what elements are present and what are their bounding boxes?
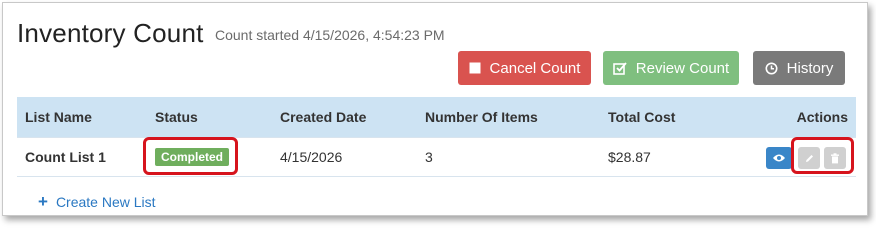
eye-icon	[772, 153, 786, 163]
total-cost-cell: $28.87	[608, 149, 651, 165]
count-started-text: Count started 4/15/2026, 4:54:23 PM	[215, 27, 445, 43]
page-title: Inventory Count	[17, 18, 204, 48]
view-button[interactable]	[766, 147, 792, 169]
column-header-total-cost[interactable]: Total Cost	[608, 97, 675, 137]
column-header-number-of-items[interactable]: Number Of Items	[425, 97, 538, 137]
column-header-actions: Actions	[796, 109, 848, 125]
inventory-count-panel: Inventory Count Count started 4/15/2026,…	[2, 2, 868, 216]
plus-icon: +	[38, 192, 48, 211]
cancel-count-label: Cancel Count	[489, 59, 581, 77]
review-count-label: Review Count	[635, 59, 730, 77]
cancel-count-button[interactable]: Cancel Count	[458, 51, 591, 85]
edit-check-icon	[612, 61, 627, 75]
clock-icon	[765, 62, 778, 75]
review-count-button[interactable]: Review Count	[603, 51, 739, 85]
created-date-cell: 4/15/2026	[280, 149, 343, 165]
list-name-cell: Count List 1	[25, 149, 106, 165]
number-of-items-cell: 3	[425, 149, 433, 165]
column-header-list-name[interactable]: List Name	[25, 97, 92, 137]
actions-highlight-box	[791, 137, 854, 174]
table-header: List Name Status Created Date Number Of …	[17, 97, 856, 137]
create-new-list-link[interactable]: + Create New List	[38, 192, 156, 212]
history-button[interactable]: History	[753, 51, 845, 85]
column-header-created-date[interactable]: Created Date	[280, 97, 366, 137]
history-label: History	[786, 59, 834, 77]
column-header-status[interactable]: Status	[155, 97, 198, 137]
status-highlight-box	[143, 137, 238, 175]
square-icon	[469, 62, 481, 74]
create-new-list-label: Create New List	[55, 194, 156, 210]
